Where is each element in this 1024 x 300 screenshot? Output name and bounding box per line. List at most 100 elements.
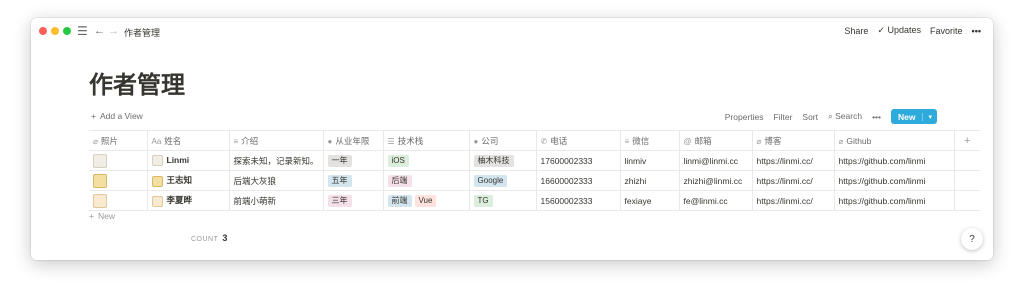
column-label: 介绍 — [241, 135, 259, 146]
table-header-row: ⌀ 照片 Aa 姓名 ≡ 介绍 ● 从业年限 ☰ 技术栈 ● 公司 ✆ 电话 ≡ 微信 @ 邮箱 … — [89, 130, 981, 151]
column-header-wechat[interactable]: ≡ 微信 — [619, 130, 680, 151]
blog-cell[interactable]: https://linmi.cc/ — [751, 190, 835, 211]
search-label: Search — [835, 111, 863, 121]
years-tag: 一年 — [327, 154, 352, 167]
wechat-cell[interactable]: fexiaye — [619, 190, 680, 211]
column-header-blog[interactable]: ⌀ 博客 — [751, 130, 835, 151]
github-cell[interactable]: https://github.com/linmi — [833, 170, 955, 191]
help-button[interactable]: ? — [961, 228, 983, 250]
breadcrumb[interactable]: 作者管理 — [124, 26, 160, 39]
sidebar-menu-icon[interactable]: ☰ — [77, 24, 88, 38]
filter-button[interactable]: Filter — [774, 112, 793, 122]
add-view-label: Add a View — [99, 111, 143, 121]
add-column-button[interactable]: + — [953, 130, 981, 151]
column-label: 电话 — [550, 135, 568, 146]
more-options-icon[interactable]: ••• — [972, 26, 981, 36]
years-cell[interactable]: 三年 — [322, 190, 384, 211]
blog-cell[interactable]: https://linmi.cc/ — [751, 170, 835, 191]
column-label: 博客 — [764, 135, 782, 146]
email-cell[interactable]: zhizhi@linmi.cc — [678, 170, 753, 191]
minimize-window-button[interactable] — [51, 27, 59, 35]
wechat-cell[interactable]: zhizhi — [619, 170, 680, 191]
name-text: 王志知 — [166, 175, 193, 186]
photo-cell[interactable] — [89, 190, 148, 211]
intro-cell[interactable]: 后端大灰狼 — [228, 170, 324, 191]
table-row[interactable]: Linmi 探索未知，记录新知。 一年 iOS 柚木科技 17600002333… — [89, 150, 981, 171]
text-lines-icon: ≡ — [233, 136, 239, 146]
stack-tag: iOS — [387, 154, 409, 167]
photo-cell[interactable] — [89, 170, 148, 191]
search-button[interactable]: ⌕ Search — [828, 111, 862, 122]
blog-cell[interactable]: https://linmi.cc/ — [751, 150, 835, 171]
company-tag: 柚木科技 — [473, 154, 514, 167]
maximize-window-button[interactable] — [63, 27, 71, 35]
app-window: ☰ ← → 作者管理 Share ✓ Updates Favorite ••• … — [31, 18, 993, 260]
plus-icon: + — [91, 111, 96, 121]
stack-cell[interactable]: iOS — [382, 150, 470, 171]
column-label: 公司 — [481, 135, 499, 146]
chevron-down-icon[interactable]: ▾ — [922, 112, 937, 121]
intro-cell[interactable]: 探索未知，记录新知。 — [228, 150, 324, 171]
page-title[interactable]: 作者管理 — [89, 65, 185, 100]
phone-cell[interactable]: 17600002333 — [535, 150, 621, 171]
github-cell[interactable]: https://github.com/linmi — [833, 150, 955, 171]
years-cell[interactable]: 一年 — [322, 150, 384, 171]
more-actions-icon[interactable]: ••• — [872, 112, 881, 122]
empty-cell — [953, 170, 981, 191]
new-row-label: New — [97, 211, 115, 221]
email-cell[interactable]: fe@linmi.cc — [678, 190, 753, 211]
add-view-button[interactable]: + Add a View — [91, 111, 143, 121]
name-cell[interactable]: 王志知 — [146, 170, 230, 191]
email-cell[interactable]: linmi@linmi.cc — [678, 150, 753, 171]
select-icon: ● — [473, 136, 479, 146]
share-button[interactable]: Share — [844, 26, 868, 36]
column-header-phone[interactable]: ✆ 电话 — [535, 130, 621, 151]
text-type-icon: Aa — [151, 136, 162, 146]
column-header-company[interactable]: ● 公司 — [468, 130, 537, 151]
back-arrow-icon[interactable]: ← — [94, 24, 105, 38]
table-row[interactable]: 李夏晔 前端小萌新 三年 前端 Vue TG 15600002333 fexiay… — [89, 190, 981, 211]
stack-cell[interactable]: 后端 — [382, 170, 470, 191]
wechat-cell[interactable]: linmiv — [619, 150, 680, 171]
link-icon: ⌀ — [756, 136, 762, 146]
sort-button[interactable]: Sort — [802, 112, 818, 122]
check-icon: ✓ — [877, 25, 888, 35]
forward-arrow-icon[interactable]: → — [108, 24, 119, 38]
close-window-button[interactable] — [39, 27, 47, 35]
text-lines-icon: ≡ — [624, 136, 630, 146]
company-cell[interactable]: 柚木科技 — [468, 150, 537, 171]
table-row[interactable]: 王志知 后端大灰狼 五年 后端 Google 16600002333 zhizh… — [89, 170, 981, 191]
favorite-button[interactable]: Favorite — [930, 26, 963, 36]
column-header-years[interactable]: ● 从业年限 — [322, 130, 384, 151]
at-sign-icon: @ — [683, 136, 692, 146]
company-cell[interactable]: Google — [468, 170, 537, 191]
updates-button[interactable]: ✓ Updates — [877, 25, 921, 36]
properties-button[interactable]: Properties — [725, 112, 764, 122]
years-cell[interactable]: 五年 — [322, 170, 384, 191]
column-header-photo[interactable]: ⌀ 照片 — [89, 130, 148, 151]
name-cell[interactable]: Linmi — [146, 150, 230, 171]
name-cell[interactable]: 李夏晔 — [146, 190, 230, 211]
column-header-name[interactable]: Aa 姓名 — [146, 130, 230, 151]
column-header-stack[interactable]: ☰ 技术栈 — [382, 130, 470, 151]
stack-cell[interactable]: 前端 Vue — [382, 190, 470, 211]
new-row-button[interactable]: + New — [89, 211, 115, 221]
new-label: New — [898, 111, 916, 122]
stack-tag: Vue — [414, 194, 437, 207]
count-summary[interactable]: COUNT 3 — [191, 233, 227, 243]
intro-cell[interactable]: 前端小萌新 — [228, 190, 324, 211]
company-tag: TG — [473, 194, 493, 207]
phone-cell[interactable]: 16600002333 — [535, 170, 621, 191]
column-header-github[interactable]: ⌀ Github — [833, 130, 955, 151]
phone-cell[interactable]: 15600002333 — [535, 190, 621, 211]
company-cell[interactable]: TG — [468, 190, 537, 211]
column-header-intro[interactable]: ≡ 介绍 — [228, 130, 324, 151]
column-label: 从业年限 — [335, 135, 370, 146]
github-cell[interactable]: https://github.com/linmi — [833, 190, 955, 211]
avatar — [93, 153, 107, 168]
count-label: COUNT — [191, 236, 219, 243]
photo-cell[interactable] — [89, 150, 148, 171]
new-button[interactable]: New ▾ — [891, 109, 937, 124]
column-header-email[interactable]: @ 邮箱 — [678, 130, 753, 151]
column-label: 姓名 — [164, 135, 182, 146]
